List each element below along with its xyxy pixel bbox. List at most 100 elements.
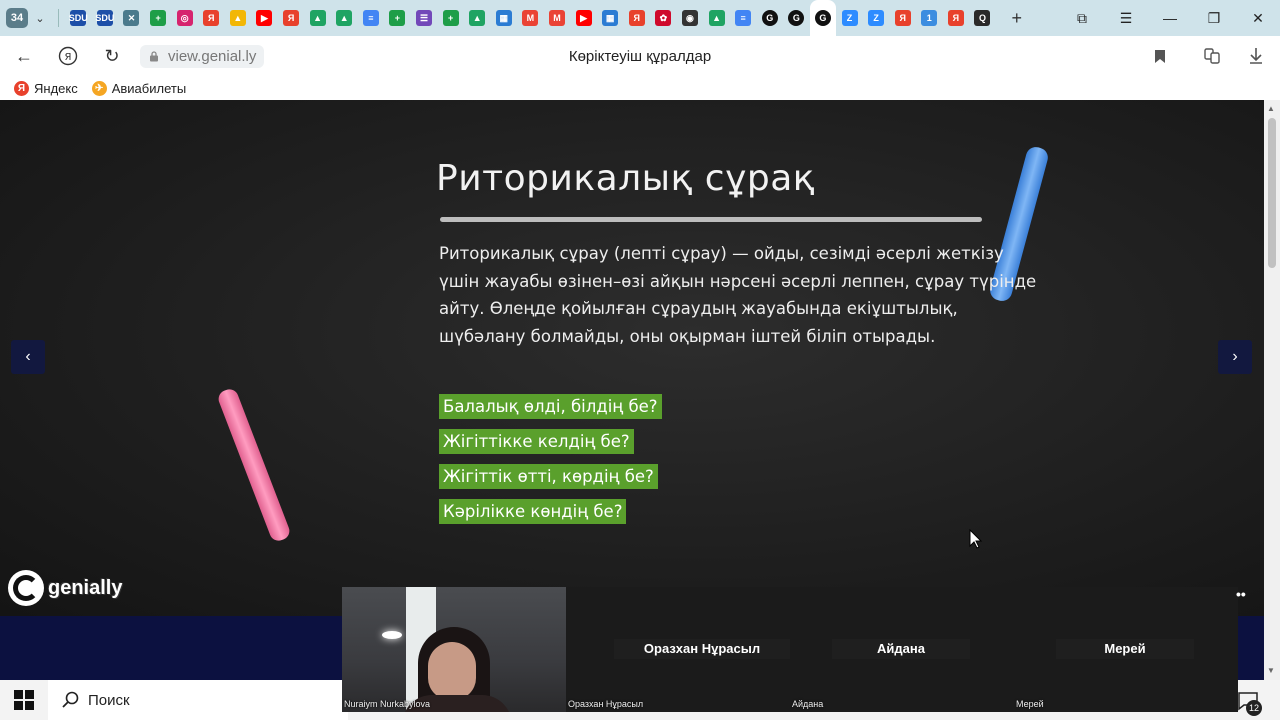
address-bar: ← Я ↻ view.genial.ly Көріктеуіш құралдар (0, 36, 1280, 76)
bookmarks-bar: Я Яндекс ✈ Авиабилеты (0, 76, 1280, 100)
browser-tab[interactable]: + (384, 0, 411, 36)
participant-tile[interactable]: Айдана Айдана (790, 587, 1014, 712)
slide-paragraph: Риторикалық сұрау (лепті сұрау) — ойды, … (439, 244, 1037, 346)
browser-tab[interactable]: G (756, 0, 783, 36)
browser-tab[interactable]: ✿ (650, 0, 677, 36)
browser-tab[interactable]: Я (623, 0, 650, 36)
compass-icon: ◉ (681, 10, 698, 26)
browser-tab[interactable]: ▶ (251, 0, 278, 36)
browser-tab[interactable]: ▲ (464, 0, 491, 36)
extensions-icon[interactable] (1202, 46, 1222, 66)
yandex-icon: Я (203, 10, 220, 26)
lamp-light (382, 631, 402, 639)
scroll-up-arrow-icon[interactable]: ▲ (1267, 104, 1275, 113)
instagram-icon: ◎ (176, 10, 193, 26)
gmail-icon: M (522, 10, 539, 26)
browser-tab[interactable]: Я (278, 0, 305, 36)
browser-tab[interactable]: Z (863, 0, 890, 36)
scroll-down-arrow-icon[interactable]: ▼ (1267, 666, 1275, 675)
genially-icon (8, 570, 44, 606)
browser-tab[interactable]: ◉ (677, 0, 704, 36)
menu-icon[interactable]: ☰ (1104, 0, 1148, 36)
browser-tab[interactable]: Z (836, 0, 863, 36)
browser-tab[interactable]: ▲ (225, 0, 252, 36)
browser-tab[interactable]: ▲ (304, 0, 331, 36)
browser-tab[interactable]: ☰ (411, 0, 438, 36)
browser-tab[interactable]: ▦ (491, 0, 518, 36)
search-placeholder: Поиск (88, 691, 130, 709)
participant-tile[interactable]: Оразхан Нұрасыл Оразхан Нұрасыл (566, 587, 790, 712)
previous-slide-button[interactable]: ‹ (11, 340, 45, 374)
next-slide-button[interactable]: › (1218, 340, 1252, 374)
download-icon[interactable] (1246, 46, 1266, 66)
windows-grid-icon: ▦ (495, 10, 512, 26)
browser-tab[interactable]: G (809, 0, 837, 36)
taskbar-search[interactable]: Поиск (48, 680, 348, 720)
browser-tab[interactable]: Я (943, 0, 970, 36)
genially-icon: G (814, 10, 831, 26)
google-drive-icon: ▲ (469, 10, 486, 26)
bookmark-aviabilety[interactable]: ✈ Авиабилеты (91, 80, 186, 96)
browser-tab[interactable]: ◎ (171, 0, 198, 36)
yandex-icon: Я (628, 10, 645, 26)
participant-caption: Айдана (792, 699, 824, 709)
new-tab-plus-icon[interactable]: + (1006, 7, 1028, 29)
collections-icon[interactable]: ⧉ (1060, 0, 1104, 36)
sdu-icon: SDU (69, 10, 88, 26)
gmail-icon: M (548, 10, 565, 26)
youtube-icon: ▶ (256, 10, 273, 26)
close-icon[interactable]: ✕ (1236, 0, 1280, 36)
slide-title: Риторикалық сұрақ (436, 158, 816, 199)
browser-tab[interactable]: G (783, 0, 810, 36)
browser-tab[interactable]: 1 (916, 0, 943, 36)
tab-count-button[interactable]: 34 (6, 8, 28, 28)
browser-tab[interactable]: + (437, 0, 464, 36)
participant-tile[interactable]: Мерей Мерей (1014, 587, 1238, 712)
participant-face (428, 642, 476, 700)
tab-list-chevron-icon[interactable]: ⌄ (28, 12, 52, 25)
participant-caption: Мерей (1016, 699, 1044, 709)
sdu-icon: SDU (95, 10, 114, 26)
video-call-strip: Nuraiym Nurkabylova Оразхан Нұрасыл Ораз… (342, 587, 1238, 712)
minimize-icon[interactable]: — (1148, 0, 1192, 36)
browser-tab[interactable]: SDU (92, 0, 119, 36)
browser-tab[interactable]: Я (198, 0, 225, 36)
green-plus-icon: + (150, 10, 167, 26)
browser-tab[interactable]: + (145, 0, 172, 36)
scroll-thumb[interactable] (1268, 118, 1276, 268)
bookmark-icon[interactable] (1150, 46, 1170, 66)
google-drive-icon: ▲ (708, 10, 725, 26)
self-name-caption: Nuraiym Nurkabylova (344, 699, 431, 709)
page-scrollbar[interactable]: ▲ ▼ (1264, 100, 1280, 680)
window-controls: ⧉ ☰ — ❐ ✕ (1060, 0, 1280, 36)
browser-tab[interactable]: ≡ (730, 0, 757, 36)
forms-icon: ☰ (416, 10, 433, 26)
browser-tab[interactable]: ✕ (118, 0, 145, 36)
genially-logo[interactable]: genially (8, 570, 122, 606)
self-video-tile[interactable]: Nuraiym Nurkabylova (342, 587, 566, 712)
google-docs-icon: ≡ (362, 10, 379, 26)
browser-tab[interactable]: ▲ (331, 0, 358, 36)
huawei-icon: ✿ (655, 10, 672, 26)
genially-logo-text: genially (48, 576, 123, 599)
browser-tab[interactable]: M (517, 0, 544, 36)
browser-tab[interactable]: ▦ (597, 0, 624, 36)
browser-tab[interactable]: Q (969, 0, 996, 36)
participant-caption: Оразхан Нұрасыл (568, 699, 644, 709)
yandex-icon: Я (894, 10, 911, 26)
yandex-icon: Я (283, 10, 300, 26)
browser-tab[interactable]: ▶ (570, 0, 597, 36)
browser-tab[interactable]: Я (889, 0, 916, 36)
more-options-icon[interactable]: •• (1236, 586, 1246, 602)
restore-icon[interactable]: ❐ (1192, 0, 1236, 36)
windows-start-icon[interactable] (14, 690, 34, 710)
tab-separator (58, 9, 59, 27)
page-title: Көріктеуіш құралдар (568, 48, 712, 65)
browser-tab[interactable]: ▲ (703, 0, 730, 36)
browser-tab[interactable]: SDU (65, 0, 92, 36)
bookmark-yandex[interactable]: Я Яндекс (14, 80, 78, 96)
title-underline (440, 217, 982, 222)
browser-tab[interactable]: M (544, 0, 571, 36)
browser-tab[interactable]: ≡ (358, 0, 385, 36)
genially-icon: G (788, 10, 805, 26)
